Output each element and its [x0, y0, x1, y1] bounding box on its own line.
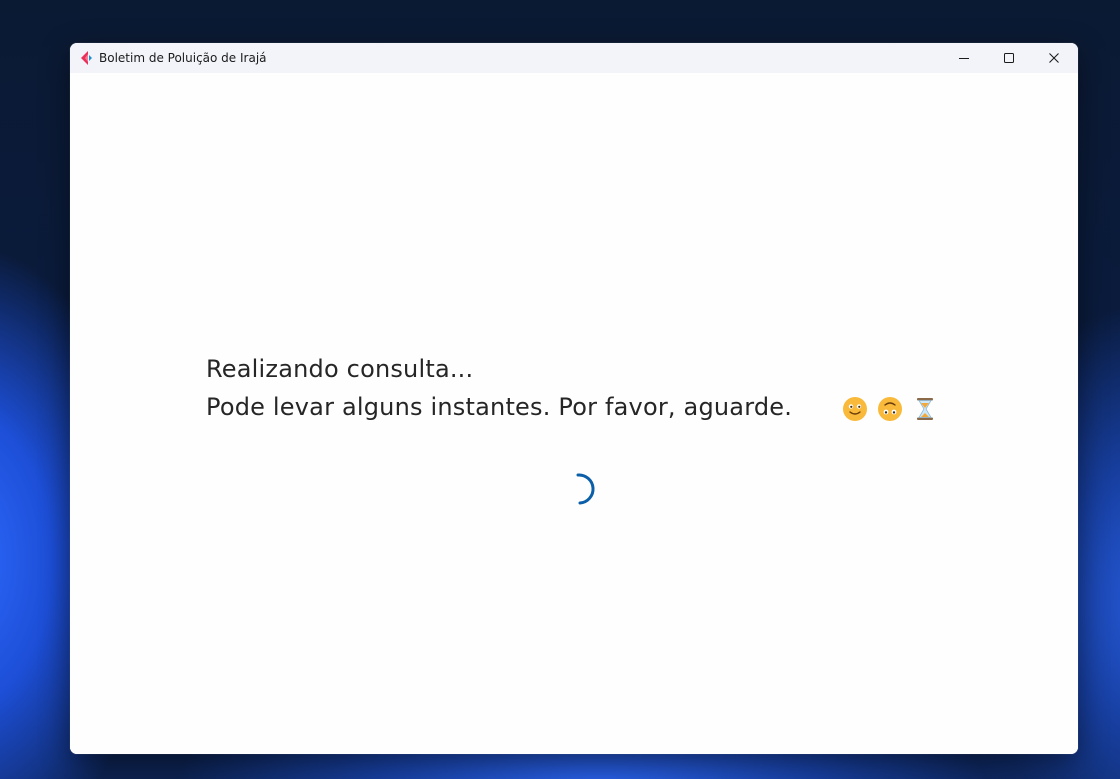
maximize-icon — [1004, 53, 1014, 63]
hourglass-icon — [917, 398, 933, 420]
window-title: Boletim de Poluição de Irajá — [99, 51, 267, 65]
close-button[interactable] — [1031, 43, 1077, 73]
app-logo-icon — [81, 51, 92, 65]
minimize-button[interactable] — [941, 43, 987, 73]
close-icon — [1049, 53, 1059, 63]
loading-subtitle: Pode levar alguns instantes. Por favor, … — [206, 393, 793, 421]
loading-title: Realizando consulta... — [206, 355, 474, 383]
upside-down-face-icon — [878, 397, 902, 421]
loading-panel: Realizando consulta... Pode levar alguns… — [70, 73, 1078, 754]
loading-spinner — [576, 473, 595, 505]
smiling-face-icon — [843, 397, 867, 421]
app-window: Boletim de Poluição de Irajá Realizando … — [70, 43, 1078, 754]
title-bar[interactable]: Boletim de Poluição de Irajá — [70, 43, 1078, 73]
minimize-icon — [959, 58, 969, 59]
maximize-button[interactable] — [986, 43, 1032, 73]
